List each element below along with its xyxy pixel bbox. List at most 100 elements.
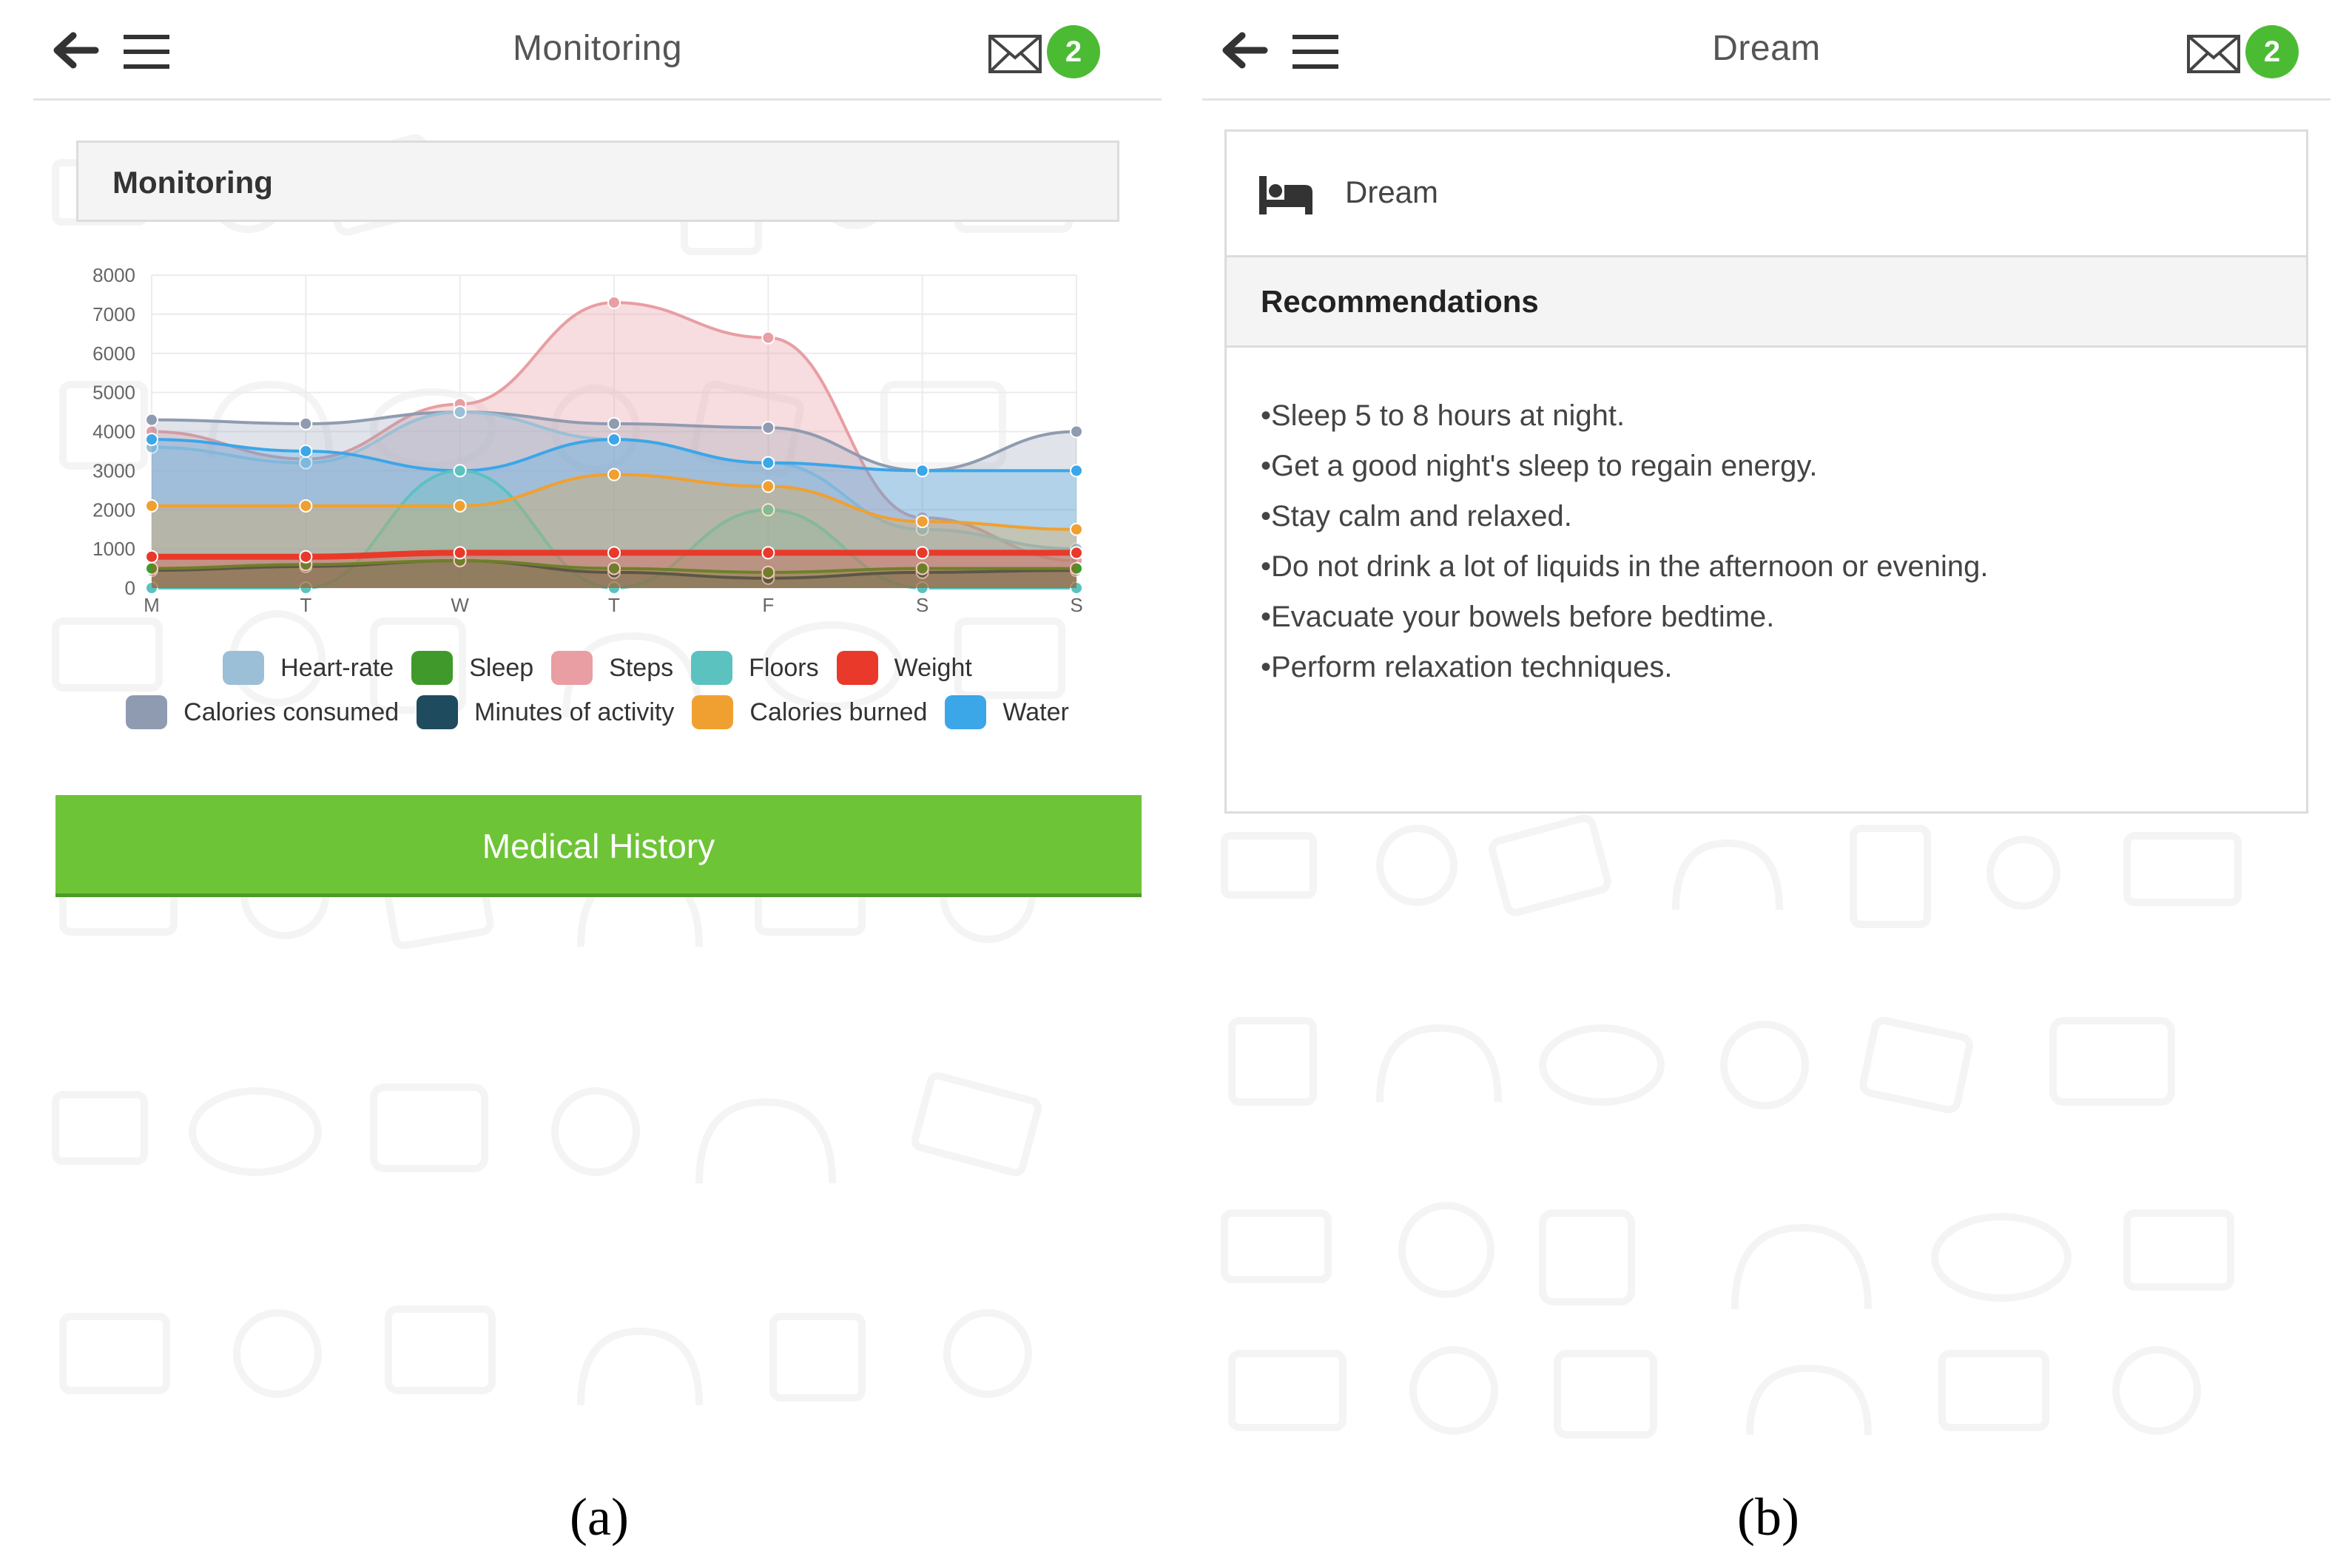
legend-swatch: [223, 651, 265, 685]
top-bar: Monitoring 2: [33, 0, 1162, 101]
legend-item[interactable]: Calories consumed: [126, 695, 399, 729]
list-item: •Evacuate your bowels before bedtime.: [1261, 601, 1775, 633]
panel-title: Monitoring: [112, 165, 273, 200]
data-point: [1070, 546, 1083, 560]
data-point: [1070, 522, 1083, 536]
list-item: •Get a good night's sleep to regain ener…: [1261, 450, 1818, 482]
data-point: [299, 550, 313, 564]
legend-item[interactable]: Water: [945, 695, 1069, 729]
figure-caption: (b): [1737, 1487, 1799, 1547]
recommendations-header: Recommendations: [1227, 257, 2306, 348]
y-tick-label: 3000: [92, 459, 135, 481]
legend-swatch: [692, 695, 734, 729]
legend-label: Sleep: [469, 653, 534, 682]
legend-label: Calories consumed: [183, 697, 400, 726]
legend-item[interactable]: Floors: [691, 651, 819, 685]
data-point: [761, 421, 775, 435]
data-point: [1070, 464, 1083, 478]
y-tick-label: 4000: [92, 421, 135, 443]
envelope-icon[interactable]: [2186, 34, 2241, 74]
envelope-icon[interactable]: [988, 34, 1042, 74]
top-bar: Dream 2: [1202, 0, 2331, 101]
data-point: [761, 546, 775, 560]
legend-item[interactable]: Weight: [836, 651, 972, 685]
data-point: [607, 433, 621, 447]
legend-item[interactable]: Minutes of activity: [417, 695, 674, 729]
list-item: •Sleep 5 to 8 hours at night.: [1261, 399, 1625, 432]
list-item: •Do not drink a lot of liquids in the af…: [1261, 550, 1989, 583]
list-item: •Perform relaxation techniques.: [1261, 651, 1673, 683]
legend-item[interactable]: Heart-rate: [223, 651, 394, 685]
legend-item[interactable]: Steps: [551, 651, 673, 685]
legend-swatch: [417, 695, 459, 729]
monitoring-screen: Monitoring 2 Monitoring 0 1000 2000 3000 400…: [33, 0, 1162, 1450]
legend-label: Weight: [894, 653, 972, 682]
data-point: [915, 515, 929, 529]
y-tick-label: 1000: [92, 538, 135, 560]
legend-label: Steps: [609, 653, 674, 682]
data-point: [607, 546, 621, 560]
legend-label: Heart-rate: [280, 653, 394, 682]
notification-badge[interactable]: 2: [1047, 25, 1100, 78]
notification-badge[interactable]: 2: [2245, 25, 2299, 78]
data-point: [299, 499, 313, 513]
data-point: [607, 296, 621, 310]
x-tick-label: S: [1070, 594, 1082, 616]
dream-card: Dream Recommendations •Sleep 5 to 8 hour…: [1224, 129, 2308, 814]
data-point: [145, 499, 158, 513]
card-title: Dream: [1345, 175, 1439, 209]
y-tick-label: 6000: [92, 342, 135, 365]
data-point: [453, 546, 467, 560]
x-tick-label: M: [144, 594, 160, 616]
x-tick-label: F: [762, 594, 774, 616]
data-point: [145, 550, 158, 564]
list-item: •Stay calm and relaxed.: [1261, 500, 1572, 533]
data-point: [761, 456, 775, 470]
legend-swatch: [945, 695, 987, 729]
legend-item[interactable]: Calories burned: [692, 695, 927, 729]
y-tick-label: 7000: [92, 303, 135, 325]
x-tick-label: S: [916, 594, 929, 616]
data-point: [145, 433, 158, 447]
x-tick-label: W: [451, 594, 469, 616]
recommendation-list: •Sleep 5 to 8 hours at night. •Get a goo…: [1261, 391, 1989, 692]
legend-swatch: [836, 651, 878, 685]
data-point: [453, 405, 467, 419]
page-title: Dream: [1712, 29, 1821, 68]
chart-legend: Heart-rate Sleep Steps Floors Weight Calorie…: [33, 651, 1162, 754]
data-point: [453, 499, 467, 513]
data-point: [145, 413, 158, 427]
legend-swatch: [551, 651, 593, 685]
x-tick-label: T: [300, 594, 311, 616]
y-tick-label: 2000: [92, 499, 135, 521]
figure-caption: (a): [570, 1487, 629, 1547]
data-point: [607, 467, 621, 481]
bed-icon: [1259, 176, 1312, 214]
data-point: [761, 479, 775, 493]
legend-swatch: [691, 651, 733, 685]
legend-swatch: [126, 695, 168, 729]
monitoring-panel-header: Monitoring: [76, 141, 1119, 222]
data-point: [915, 464, 929, 478]
y-tick-label: 5000: [92, 382, 135, 404]
data-point: [299, 444, 313, 458]
dream-screen: Dream 2 Dream Recommendations •Sleep 5 t…: [1202, 0, 2331, 1450]
data-point: [607, 416, 621, 430]
card-header: Dream: [1227, 132, 2306, 257]
monitoring-chart: 0 1000 2000 3000 4000 5000 6000 7000 8000 M T W T F S S: [92, 264, 1083, 616]
medical-history-button[interactable]: Medical History: [55, 795, 1142, 897]
legend-swatch: [411, 651, 454, 685]
legend-label: Calories burned: [749, 697, 928, 726]
x-tick-label: T: [608, 594, 620, 616]
section-title: Recommendations: [1261, 284, 1539, 319]
legend-item[interactable]: Sleep: [411, 651, 533, 685]
data-point: [1070, 425, 1083, 439]
legend-label: Minutes of activity: [474, 697, 675, 726]
data-point: [453, 464, 467, 478]
legend-label: Water: [1002, 697, 1069, 726]
y-tick-label: 8000: [92, 264, 135, 286]
data-point: [299, 416, 313, 430]
data-point: [915, 546, 929, 560]
legend-label: Floors: [749, 653, 819, 682]
data-point: [761, 331, 775, 345]
